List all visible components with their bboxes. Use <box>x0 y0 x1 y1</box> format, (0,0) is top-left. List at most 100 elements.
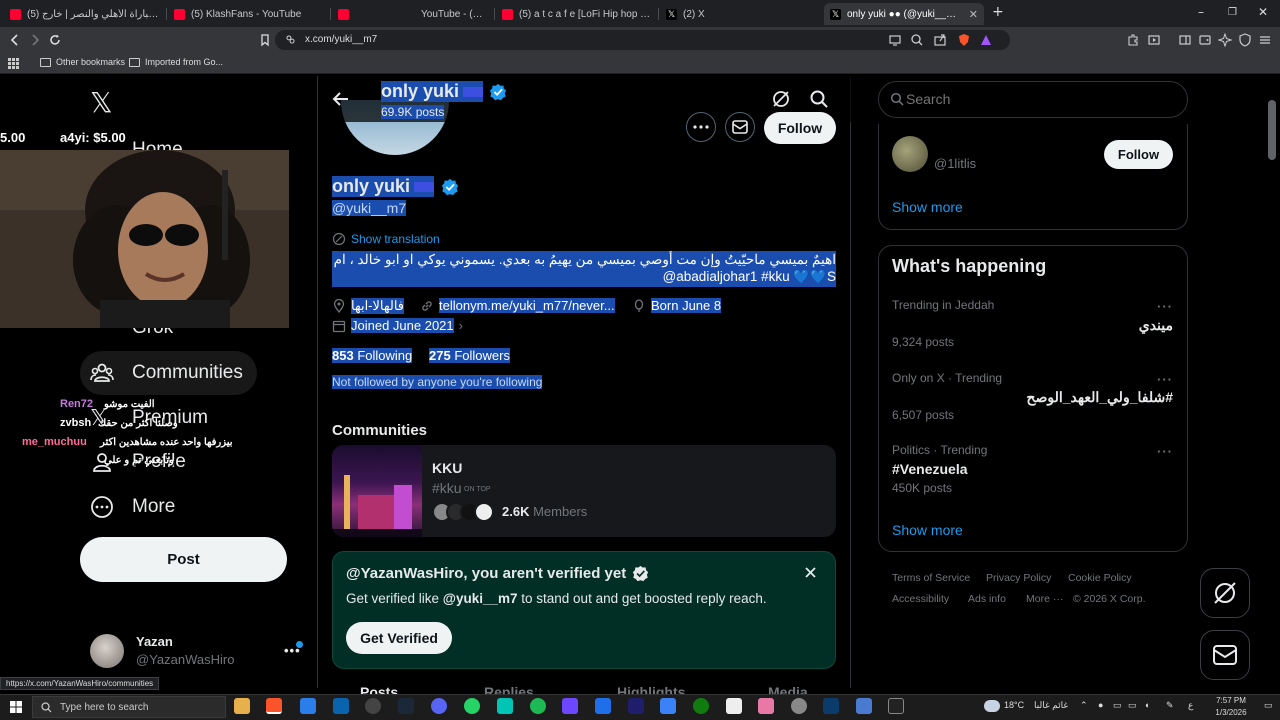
profile-website[interactable]: tellonym.me/yuki_m77/never... <box>420 298 615 313</box>
website-link[interactable]: tellonym.me/yuki_m77/never... <box>439 298 615 313</box>
url-text[interactable]: x.com/yuki__m7 <box>305 34 377 45</box>
bookmark-icon[interactable] <box>258 33 272 47</box>
trend-name[interactable]: #شلفا_ولي_العهد_الوصح <box>930 389 1173 406</box>
sidebar-icon[interactable] <box>1178 33 1192 47</box>
mail-icon[interactable] <box>333 698 349 714</box>
back-arrow-icon[interactable] <box>331 89 351 109</box>
app-icon[interactable] <box>823 698 839 714</box>
show-more-trends-link[interactable]: Show more <box>892 522 963 538</box>
close-tab-icon[interactable]: ✕ <box>969 8 978 21</box>
x-logo-icon[interactable]: 𝕏 <box>90 86 113 119</box>
app-icon[interactable] <box>660 698 676 714</box>
language-indicator[interactable]: ع <box>1188 700 1193 711</box>
pen-icon[interactable]: ✎ <box>1166 700 1174 711</box>
close-icon[interactable] <box>804 566 817 579</box>
brave-shield-icon[interactable] <box>957 33 971 47</box>
grok-icon[interactable] <box>771 89 791 109</box>
forward-icon[interactable] <box>28 33 42 47</box>
followers-stat[interactable]: 275 Followers <box>429 348 510 363</box>
reload-icon[interactable] <box>48 33 62 47</box>
weather-text[interactable]: غائم غالبا <box>1034 700 1068 711</box>
trend-more-icon[interactable]: ··· <box>1157 444 1173 459</box>
notifications-icon[interactable]: ▭ <box>1264 700 1273 711</box>
whatsapp-icon[interactable] <box>464 698 480 714</box>
app-icon[interactable] <box>595 698 611 714</box>
apps-grid-icon[interactable] <box>8 58 19 69</box>
wallet-icon[interactable] <box>1198 33 1212 47</box>
footer-link-more[interactable]: More ··· <box>1026 593 1063 605</box>
bookmark-folder-other[interactable]: Other bookmarks <box>40 57 125 67</box>
weather-icon[interactable] <box>984 700 1000 712</box>
bookmark-folder-imported[interactable]: Imported from Go... <box>129 57 223 67</box>
discord-icon[interactable] <box>431 698 447 714</box>
follow-suggested-button[interactable]: Follow <box>1104 140 1173 169</box>
leo-ai-icon[interactable] <box>1218 33 1232 47</box>
footer-link-terms[interactable]: Terms of Service <box>892 572 970 584</box>
media-icon[interactable] <box>1147 33 1161 47</box>
show-translation-link[interactable]: Show translation <box>332 232 440 246</box>
app-icon[interactable] <box>497 698 513 714</box>
notepad-icon[interactable] <box>726 698 742 714</box>
windows-start-icon[interactable] <box>10 701 22 713</box>
tray-chevron-icon[interactable]: ⌃ <box>1080 700 1088 711</box>
spotify-icon[interactable] <box>530 698 546 714</box>
browser-tab[interactable]: (5) a t c a f e [LoFi Hip hop Jazz <box>502 3 652 25</box>
suggested-user-handle[interactable]: @1litlis <box>934 156 976 171</box>
get-verified-button[interactable]: Get Verified <box>346 622 452 654</box>
footer-link-ads-info[interactable]: Ads info <box>968 593 1006 605</box>
trend-more-icon[interactable]: ··· <box>1157 372 1173 387</box>
account-handle[interactable]: @YazanWasHiro <box>136 652 234 667</box>
brave-browser-icon[interactable] <box>266 698 282 714</box>
app-icon[interactable] <box>758 698 774 714</box>
taskbar-search[interactable]: Type here to search <box>32 696 226 718</box>
message-button[interactable] <box>725 112 755 142</box>
browser-tab[interactable]: (5) KlashFans - YouTube <box>174 3 324 25</box>
site-info-icon[interactable] <box>285 34 296 45</box>
volume-icon[interactable]: ◖ <box>1144 700 1149 710</box>
trend-more-icon[interactable]: ··· <box>1157 299 1173 314</box>
more-options-button[interactable] <box>686 112 716 142</box>
following-stat[interactable]: 853 Following <box>332 348 413 363</box>
steam-icon[interactable] <box>398 698 414 714</box>
vpn-shield-icon[interactable] <box>1238 33 1252 47</box>
app-icon[interactable] <box>365 698 381 714</box>
footer-link-cookies[interactable]: Cookie Policy <box>1068 572 1132 584</box>
account-name[interactable]: Yazan <box>136 634 173 649</box>
brave-rewards-icon[interactable] <box>979 33 993 47</box>
nav-communities[interactable]: Communities <box>80 351 257 395</box>
install-app-icon[interactable] <box>888 33 902 47</box>
zoom-icon[interactable] <box>910 33 924 47</box>
browser-tab[interactable]: (5) كواليس مباراة الأهلي والنصر | خارج <box>10 3 160 25</box>
search-input[interactable] <box>906 90 1166 108</box>
grok-floating-button[interactable] <box>1200 568 1250 618</box>
footer-link-privacy[interactable]: Privacy Policy <box>986 572 1051 584</box>
nav-more[interactable]: More <box>80 485 189 529</box>
restore-icon[interactable]: ❐ <box>1228 7 1237 18</box>
weather-temp[interactable]: 18°C <box>1004 700 1024 710</box>
minimize-icon[interactable]: – <box>1198 5 1204 19</box>
browser-tab[interactable]: YouTube - سدوكو (5) <box>338 3 488 25</box>
follow-button[interactable]: Follow <box>764 112 836 144</box>
app-icon[interactable] <box>791 698 807 714</box>
close-window-icon[interactable]: ✕ <box>1258 5 1268 19</box>
trend-name[interactable]: ميندي <box>1000 317 1173 334</box>
new-tab-button[interactable]: + <box>992 4 1004 20</box>
extensions-icon[interactable] <box>1126 33 1140 47</box>
share-icon[interactable] <box>933 33 947 47</box>
page-scrollbar[interactable] <box>1268 100 1276 160</box>
app-icon[interactable] <box>856 698 872 714</box>
file-explorer-icon[interactable] <box>234 698 250 714</box>
battery-icon[interactable]: ▭ <box>1128 700 1137 711</box>
app-icon[interactable] <box>628 698 644 714</box>
messages-floating-button[interactable] <box>1200 630 1250 680</box>
suggested-user-avatar[interactable] <box>892 136 928 172</box>
terminal-icon[interactable] <box>888 698 904 714</box>
search-icon[interactable] <box>809 89 829 109</box>
account-avatar[interactable] <box>90 634 124 668</box>
trend-name[interactable]: #Venezuela <box>892 461 968 477</box>
community-card[interactable]: KKU #kku ON TOP 2.6K Members <box>332 445 836 537</box>
post-button[interactable]: Post <box>80 537 287 582</box>
app-icon[interactable] <box>562 698 578 714</box>
store-icon[interactable] <box>300 698 316 714</box>
browser-tab[interactable]: 𝕏 (2) X <box>666 3 816 25</box>
